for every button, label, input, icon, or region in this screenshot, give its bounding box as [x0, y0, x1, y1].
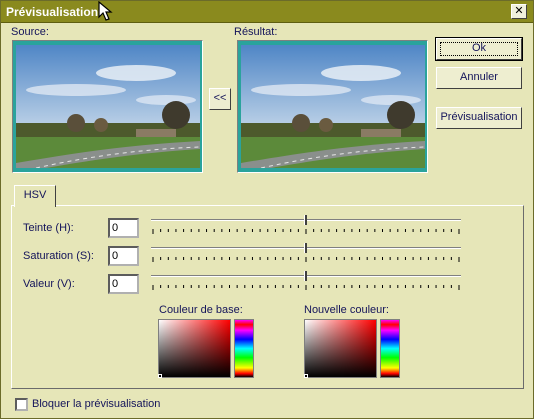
cancel-button[interactable]: Annuler — [436, 67, 522, 89]
saturation-slider-thumb[interactable] — [304, 243, 307, 253]
saturation-slider[interactable] — [151, 243, 461, 263]
base-color-marker — [158, 374, 162, 378]
ok-button[interactable]: Ok — [435, 37, 523, 61]
copy-source-button[interactable]: << — [209, 88, 231, 110]
window-title: Prévisualisation — [6, 5, 99, 19]
value-slider-ticks — [152, 285, 460, 290]
hue-slider-ticks — [152, 229, 460, 234]
close-button[interactable]: ✕ — [511, 4, 527, 19]
new-color-label: Nouvelle couleur: — [304, 304, 389, 316]
new-color-picker[interactable] — [304, 319, 377, 378]
saturation-label: Saturation (S): — [23, 250, 94, 262]
arrow-cursor-icon — [98, 1, 113, 21]
preview-button[interactable]: Prévisualisation — [436, 107, 522, 129]
preview-button-label: Prévisualisation — [440, 111, 518, 123]
saturation-input[interactable]: 0 — [108, 246, 139, 266]
saturation-slider-ticks — [152, 257, 460, 262]
result-label: Résultat: — [234, 26, 278, 38]
result-image — [241, 45, 425, 168]
tab-hsv-label: HSV — [23, 189, 47, 201]
value-label: Valeur (V): — [23, 278, 75, 290]
tab-hsv[interactable]: HSV — [14, 185, 56, 207]
focus-rect — [440, 42, 518, 56]
value-input[interactable]: 0 — [108, 274, 139, 294]
cancel-button-label: Annuler — [460, 71, 498, 83]
close-icon: ✕ — [514, 5, 524, 17]
lock-preview-checkbox[interactable] — [15, 398, 28, 411]
hue-slider[interactable] — [151, 215, 461, 235]
preview-dialog: Prévisualisation ✕ Source: << Résultat: … — [0, 0, 534, 419]
value-slider-thumb[interactable] — [304, 271, 307, 281]
copy-source-label: << — [213, 92, 227, 104]
result-image-frame — [237, 40, 428, 173]
source-image-frame — [12, 40, 203, 173]
base-hue-bar[interactable] — [234, 319, 254, 378]
lock-preview-label: Bloquer la prévisualisation — [32, 398, 161, 410]
hue-label: Teinte (H): — [23, 222, 74, 234]
base-color-label: Couleur de base: — [159, 304, 243, 316]
hue-slider-thumb[interactable] — [304, 215, 307, 225]
new-hue-bar[interactable] — [380, 319, 400, 378]
base-color-picker[interactable] — [158, 319, 231, 378]
source-label: Source: — [11, 26, 49, 38]
hue-input[interactable]: 0 — [108, 218, 139, 238]
title-bar[interactable]: Prévisualisation ✕ — [1, 1, 533, 23]
new-color-marker — [304, 374, 308, 378]
source-image — [16, 45, 200, 168]
value-slider[interactable] — [151, 271, 461, 291]
